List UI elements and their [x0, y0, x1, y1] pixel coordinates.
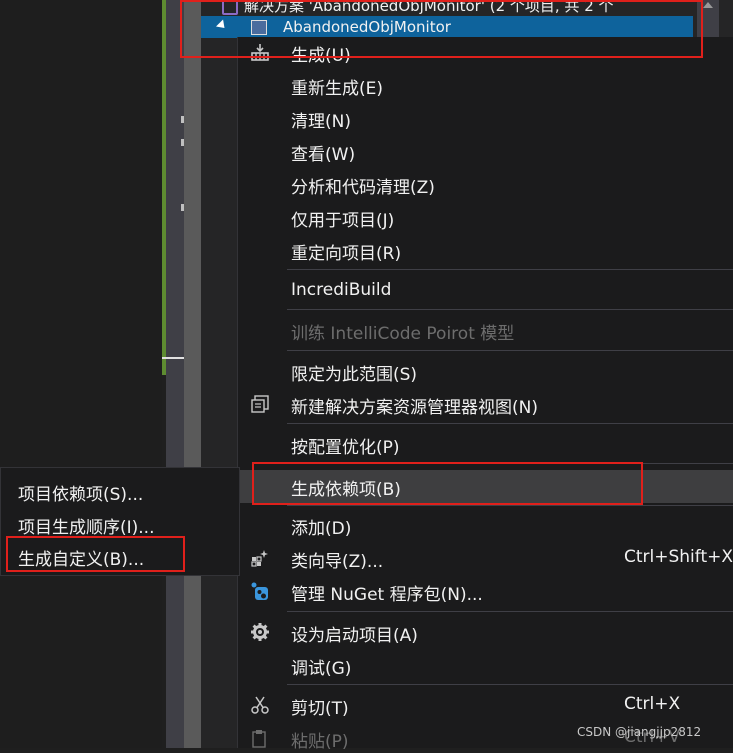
- menu-item-label: 设为启动项目(A): [291, 626, 418, 646]
- submenu-item-label: 项目依赖项(S)...: [18, 485, 144, 505]
- nuget-icon: [251, 582, 268, 600]
- menu-item-label: 查看(W): [291, 145, 356, 165]
- menu-item-set-startup[interactable]: 设为启动项目(A): [238, 617, 733, 647]
- menu-item-label: 重定向项目(R): [291, 244, 402, 264]
- menu-item-label: 新建解决方案资源管理器视图(N): [291, 398, 538, 418]
- menu-item-label: 管理 NuGet 程序包(N)...: [291, 585, 483, 605]
- menu-separator: [287, 684, 733, 685]
- menu-item-analyze[interactable]: 分析和代码清理(Z): [238, 169, 733, 199]
- menu-separator: [287, 350, 733, 351]
- menu-item-cut[interactable]: 剪切(T) Ctrl+X: [238, 690, 733, 720]
- menu-item-label: IncrediBuild: [291, 280, 392, 300]
- highlight-box-project: [180, 0, 703, 58]
- code-editor-area: [0, 0, 162, 748]
- menu-item-label: 类向导(Z)...: [291, 552, 384, 572]
- menu-item-clean[interactable]: 清理(N): [238, 103, 733, 133]
- highlight-box-build-dependencies: [252, 462, 643, 505]
- context-menu: 生成(U) 重新生成(E) 清理(N) 查看(W) 分析和代码清理(Z) 仅用于…: [237, 37, 733, 752]
- menu-item-profile-guided[interactable]: 按配置优化(P): [238, 429, 733, 459]
- menu-item-add[interactable]: 添加(D): [238, 510, 733, 540]
- menu-item-label: 调试(G): [291, 659, 352, 679]
- paste-icon: [252, 730, 266, 748]
- menu-item-new-explorer-view[interactable]: 新建解决方案资源管理器视图(N): [238, 389, 733, 419]
- menu-item-label: 清理(N): [291, 112, 351, 132]
- submenu-item-label: 项目生成顺序(I)...: [18, 518, 155, 538]
- menu-item-class-wizard[interactable]: 类向导(Z)... Ctrl+Shift+X: [238, 543, 733, 573]
- menu-item-label: 粘贴(P): [291, 732, 349, 752]
- menu-item-label: 训练 IntelliCode Poirot 模型: [291, 324, 515, 344]
- submenu-item-project-dependencies[interactable]: 项目依赖项(S)...: [1, 475, 239, 505]
- menu-item-shortcut: Ctrl+X: [624, 694, 681, 714]
- menu-item-shortcut: Ctrl+Shift+X: [624, 547, 733, 567]
- new-view-icon: [251, 395, 269, 413]
- menu-item-label: 添加(D): [291, 519, 352, 539]
- submenu-item-build-order[interactable]: 项目生成顺序(I)...: [1, 508, 239, 538]
- menu-item-label: 仅用于项目(J): [291, 211, 395, 231]
- menu-item-rebuild[interactable]: 重新生成(E): [238, 70, 733, 100]
- menu-item-train-intellicode: 训练 IntelliCode Poirot 模型: [238, 315, 733, 345]
- scroll-up-icon[interactable]: [703, 2, 713, 8]
- menu-separator: [287, 423, 733, 424]
- menu-item-label: 分析和代码清理(Z): [291, 178, 435, 198]
- gear-icon: [251, 623, 269, 641]
- menu-item-incredibuild[interactable]: IncrediBuild: [238, 276, 733, 306]
- menu-separator: [287, 309, 733, 310]
- watermark: CSDN @jiangjjp2812: [577, 725, 702, 739]
- menu-item-label: 重新生成(E): [291, 79, 384, 99]
- highlight-box-build-customizations: [6, 536, 185, 572]
- menu-item-label: 限定为此范围(S): [291, 365, 418, 385]
- menu-item-label: 按配置优化(P): [291, 438, 400, 458]
- menu-separator: [287, 505, 733, 506]
- menu-separator: [287, 611, 733, 612]
- menu-item-retarget[interactable]: 重定向项目(R): [238, 235, 733, 265]
- menu-item-project-only[interactable]: 仅用于项目(J): [238, 202, 733, 232]
- menu-item-manage-nuget[interactable]: 管理 NuGet 程序包(N)...: [238, 576, 733, 606]
- menu-item-scope-to-this[interactable]: 限定为此范围(S): [238, 356, 733, 386]
- menu-separator: [287, 269, 733, 270]
- menu-item-debug[interactable]: 调试(G): [238, 650, 733, 680]
- editor-scrollbar[interactable]: [184, 0, 201, 748]
- class-wizard-icon: [251, 550, 268, 567]
- menu-item-view[interactable]: 查看(W): [238, 136, 733, 166]
- menu-item-label: 剪切(T): [291, 699, 349, 719]
- editor-scroll-gutter[interactable]: [162, 0, 188, 748]
- scissors-icon: [251, 696, 269, 714]
